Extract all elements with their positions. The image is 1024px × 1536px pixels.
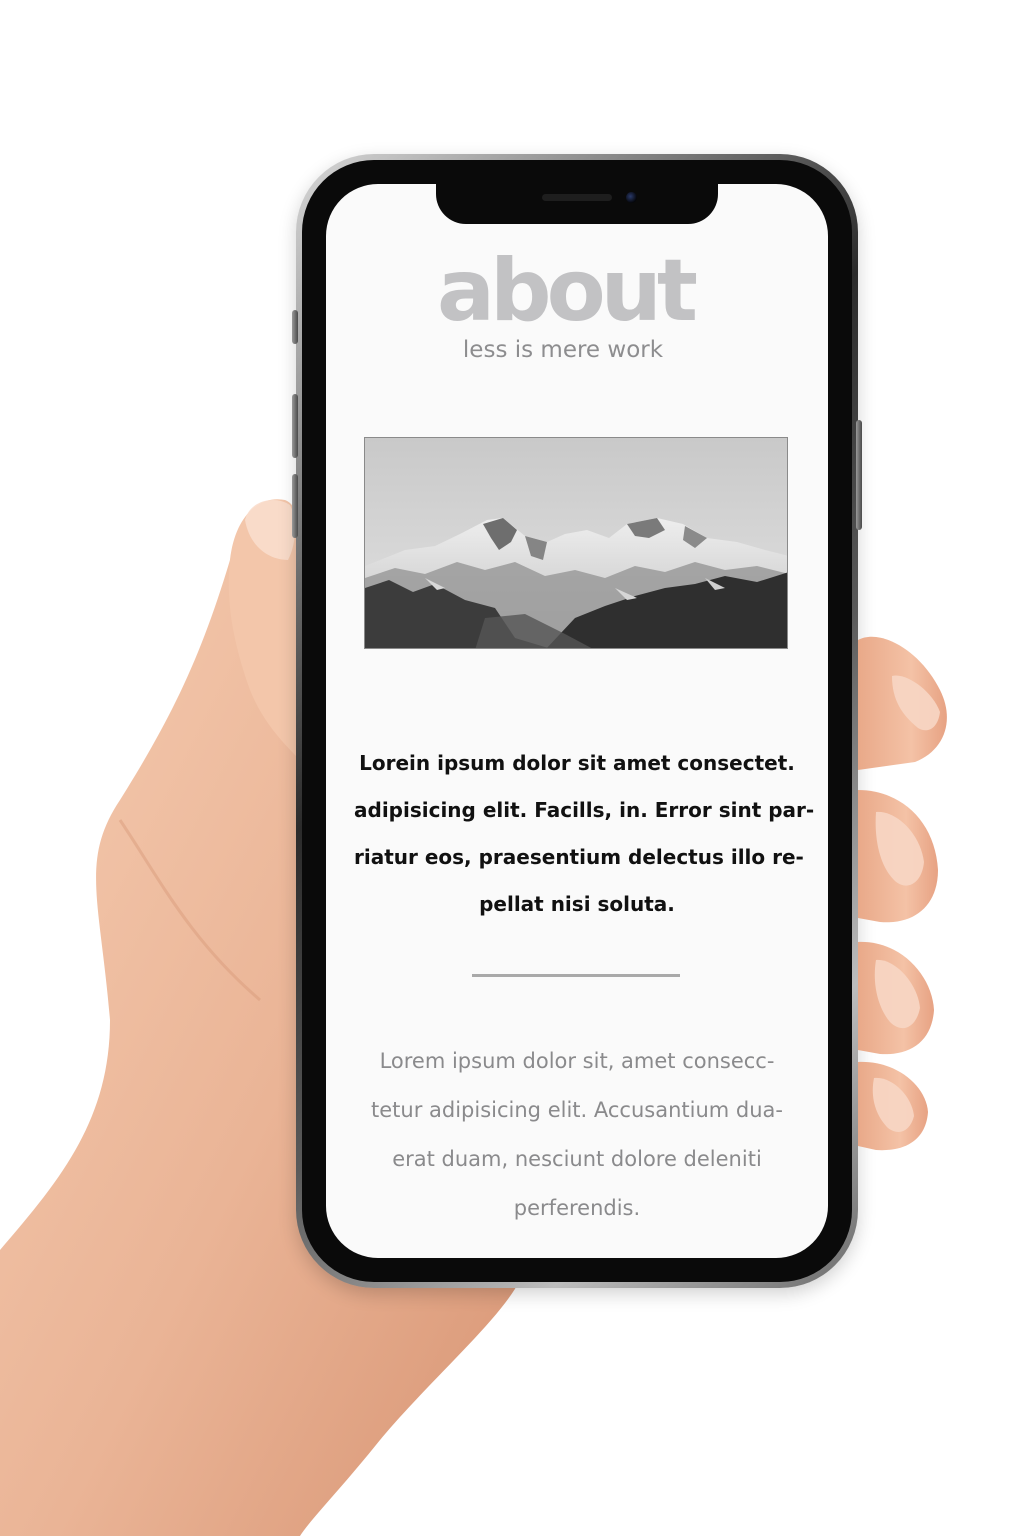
body-paragraph: Lorem ipsum dolor sit, amet consecc- tet… bbox=[356, 1037, 798, 1233]
lead-line: pellat nisi soluta. bbox=[479, 892, 675, 916]
page-title: about bbox=[436, 241, 698, 341]
body-line: erat duam, nesciunt dolore deleniti bbox=[392, 1147, 762, 1171]
body-line: tetur adipisicing elit. Accusantium dua- bbox=[371, 1098, 783, 1122]
smartphone-frame: about less is mere work Lorein ipsum dol… bbox=[292, 154, 862, 1288]
section-divider bbox=[472, 974, 680, 977]
lead-line: adipisicing elit. Facills, in. Error sin… bbox=[354, 798, 815, 822]
lead-line: riatur eos, praesentium delectus illo re… bbox=[354, 845, 804, 869]
lead-paragraph: Lorein ipsum dolor sit amet consectet. a… bbox=[354, 740, 815, 928]
volume-up-button bbox=[292, 394, 298, 458]
body-line: Lorem ipsum dolor sit, amet consecc- bbox=[379, 1049, 775, 1073]
notch bbox=[436, 184, 718, 224]
power-button bbox=[856, 420, 862, 530]
silent-switch bbox=[292, 310, 298, 344]
earpiece-speaker-icon bbox=[542, 194, 612, 201]
hero-mountain-image bbox=[364, 437, 788, 649]
phone-screen[interactable]: about less is mere work Lorein ipsum dol… bbox=[326, 184, 828, 1258]
body-line: perferendis. bbox=[513, 1196, 641, 1220]
page-subtitle: less is mere work bbox=[462, 337, 664, 363]
lead-line: Lorein ipsum dolor sit amet consectet. bbox=[359, 751, 795, 775]
volume-down-button bbox=[292, 474, 298, 538]
device-mockup: about less is mere work Lorein ipsum dol… bbox=[0, 0, 1024, 1536]
front-camera-icon bbox=[626, 192, 637, 203]
